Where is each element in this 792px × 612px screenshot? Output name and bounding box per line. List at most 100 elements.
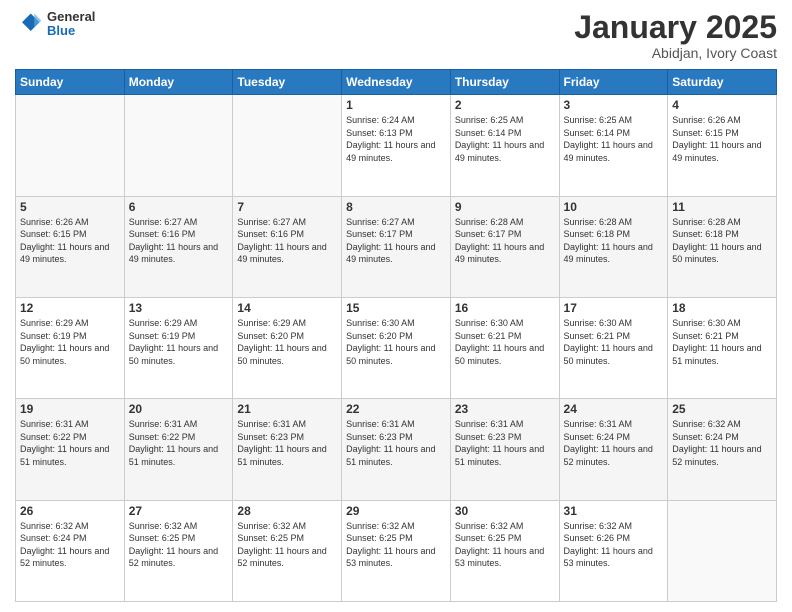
calendar-cell: 26Sunrise: 6:32 AMSunset: 6:24 PMDayligh…	[16, 500, 125, 601]
calendar-cell: 23 Sunrise: 6:31 AMSunset: 6:23 PMDayligh…	[450, 399, 559, 500]
day-number: 6	[129, 200, 229, 214]
page: General Blue January 2025 Abidjan, Ivory…	[0, 0, 792, 612]
day-number: 1	[346, 98, 446, 112]
calendar-cell: 29Sunrise: 6:32 AMSunset: 6:25 PMDayligh…	[342, 500, 451, 601]
day-number: 21	[237, 402, 337, 416]
day-number: 14	[237, 301, 337, 315]
day-info: Sunrise: 6:27 AMSunset: 6:17 PMDaylight:…	[346, 216, 446, 266]
day-number: 27	[129, 504, 229, 518]
location: Abidjan, Ivory Coast	[574, 45, 777, 61]
day-number: 20	[129, 402, 229, 416]
day-info: Sunrise: 6:28 AMSunset: 6:18 PMDaylight:…	[564, 216, 664, 266]
calendar-cell: 3 Sunrise: 6:25 AMSunset: 6:14 PMDaylight…	[559, 95, 668, 196]
day-number: 15	[346, 301, 446, 315]
calendar-cell: 1 Sunrise: 6:24 AMSunset: 6:13 PMDaylight…	[342, 95, 451, 196]
day-number: 4	[672, 98, 772, 112]
header: General Blue January 2025 Abidjan, Ivory…	[15, 10, 777, 61]
calendar-header-monday: Monday	[124, 70, 233, 95]
day-number: 26	[20, 504, 120, 518]
day-info: Sunrise: 6:30 AMSunset: 6:21 PMDaylight:…	[455, 317, 555, 367]
calendar-cell: 18Sunrise: 6:30 AMSunset: 6:21 PMDayligh…	[668, 297, 777, 398]
calendar-table: SundayMondayTuesdayWednesdayThursdayFrid…	[15, 69, 777, 602]
day-info: Sunrise: 6:31 AMSunset: 6:22 PMDaylight:…	[129, 418, 229, 468]
calendar-cell: 25 Sunrise: 6:32 AMSunset: 6:24 PMDayligh…	[668, 399, 777, 500]
calendar-cell: 14 Sunrise: 6:29 AMSunset: 6:20 PMDayligh…	[233, 297, 342, 398]
day-info: Sunrise: 6:27 AMSunset: 6:16 PMDaylight:…	[237, 216, 337, 266]
calendar-cell: 28 Sunrise: 6:32 AMSunset: 6:25 PMDayligh…	[233, 500, 342, 601]
logo-icon	[15, 10, 43, 38]
calendar-cell: 7Sunrise: 6:27 AMSunset: 6:16 PMDaylight…	[233, 196, 342, 297]
calendar-cell: 20 Sunrise: 6:31 AMSunset: 6:22 PMDayligh…	[124, 399, 233, 500]
calendar-header-tuesday: Tuesday	[233, 70, 342, 95]
day-number: 13	[129, 301, 229, 315]
day-info: Sunrise: 6:28 AMSunset: 6:17 PMDaylight:…	[455, 216, 555, 266]
calendar-cell: 19Sunrise: 6:31 AMSunset: 6:22 PMDayligh…	[16, 399, 125, 500]
day-info: Sunrise: 6:31 AMSunset: 6:23 PMDaylight:…	[455, 418, 555, 468]
calendar-cell: 2 Sunrise: 6:25 AMSunset: 6:14 PMDaylight…	[450, 95, 559, 196]
calendar-cell	[124, 95, 233, 196]
day-number: 24	[564, 402, 664, 416]
day-info: Sunrise: 6:32 AMSunset: 6:24 PMDaylight:…	[672, 418, 772, 468]
calendar-cell: 22 Sunrise: 6:31 AMSunset: 6:23 PMDayligh…	[342, 399, 451, 500]
month-title: January 2025	[574, 10, 777, 45]
day-number: 30	[455, 504, 555, 518]
day-number: 19	[20, 402, 120, 416]
day-info: Sunrise: 6:25 AMSunset: 6:14 PMDaylight:…	[564, 114, 664, 164]
calendar-header-friday: Friday	[559, 70, 668, 95]
calendar-header-sunday: Sunday	[16, 70, 125, 95]
day-info: Sunrise: 6:32 AMSunset: 6:25 PMDaylight:…	[237, 520, 337, 570]
calendar-cell: 12Sunrise: 6:29 AMSunset: 6:19 PMDayligh…	[16, 297, 125, 398]
calendar-header-row: SundayMondayTuesdayWednesdayThursdayFrid…	[16, 70, 777, 95]
calendar-cell: 13Sunrise: 6:29 AMSunset: 6:19 PMDayligh…	[124, 297, 233, 398]
day-number: 16	[455, 301, 555, 315]
day-number: 9	[455, 200, 555, 214]
calendar-cell: 27Sunrise: 6:32 AMSunset: 6:25 PMDayligh…	[124, 500, 233, 601]
calendar-cell: 4 Sunrise: 6:26 AMSunset: 6:15 PMDaylight…	[668, 95, 777, 196]
day-info: Sunrise: 6:29 AMSunset: 6:20 PMDaylight:…	[237, 317, 337, 367]
day-info: Sunrise: 6:31 AMSunset: 6:23 PMDaylight:…	[346, 418, 446, 468]
day-info: Sunrise: 6:31 AMSunset: 6:23 PMDaylight:…	[237, 418, 337, 468]
day-info: Sunrise: 6:30 AMSunset: 6:20 PMDaylight:…	[346, 317, 446, 367]
day-info: Sunrise: 6:24 AMSunset: 6:13 PMDaylight:…	[346, 114, 446, 164]
day-info: Sunrise: 6:31 AMSunset: 6:24 PMDaylight:…	[564, 418, 664, 468]
day-number: 3	[564, 98, 664, 112]
calendar-cell: 31 Sunrise: 6:32 AMSunset: 6:26 PMDayligh…	[559, 500, 668, 601]
calendar-cell: 30 Sunrise: 6:32 AMSunset: 6:25 PMDayligh…	[450, 500, 559, 601]
calendar-week-2: 5Sunrise: 6:26 AMSunset: 6:15 PMDaylight…	[16, 196, 777, 297]
day-number: 17	[564, 301, 664, 315]
day-info: Sunrise: 6:26 AMSunset: 6:15 PMDaylight:…	[20, 216, 120, 266]
calendar-cell	[16, 95, 125, 196]
day-info: Sunrise: 6:30 AMSunset: 6:21 PMDaylight:…	[564, 317, 664, 367]
day-info: Sunrise: 6:32 AMSunset: 6:26 PMDaylight:…	[564, 520, 664, 570]
calendar-cell: 17 Sunrise: 6:30 AMSunset: 6:21 PMDayligh…	[559, 297, 668, 398]
day-info: Sunrise: 6:25 AMSunset: 6:14 PMDaylight:…	[455, 114, 555, 164]
calendar-cell: 21 Sunrise: 6:31 AMSunset: 6:23 PMDayligh…	[233, 399, 342, 500]
day-info: Sunrise: 6:26 AMSunset: 6:15 PMDaylight:…	[672, 114, 772, 164]
calendar-cell: 11 Sunrise: 6:28 AMSunset: 6:18 PMDayligh…	[668, 196, 777, 297]
day-number: 28	[237, 504, 337, 518]
calendar-header-thursday: Thursday	[450, 70, 559, 95]
calendar-cell: 5Sunrise: 6:26 AMSunset: 6:15 PMDaylight…	[16, 196, 125, 297]
day-info: Sunrise: 6:32 AMSunset: 6:25 PMDaylight:…	[455, 520, 555, 570]
calendar-cell: 8Sunrise: 6:27 AMSunset: 6:17 PMDaylight…	[342, 196, 451, 297]
day-number: 2	[455, 98, 555, 112]
calendar-cell	[233, 95, 342, 196]
calendar-week-1: 1 Sunrise: 6:24 AMSunset: 6:13 PMDaylight…	[16, 95, 777, 196]
calendar-week-3: 12Sunrise: 6:29 AMSunset: 6:19 PMDayligh…	[16, 297, 777, 398]
day-number: 11	[672, 200, 772, 214]
calendar-header-wednesday: Wednesday	[342, 70, 451, 95]
calendar-week-4: 19 Sunrise: 6:31 AMSunset: 6:22 PMDayligh…	[16, 399, 777, 500]
calendar-cell: 16 Sunrise: 6:30 AMSunset: 6:21 PMDayligh…	[450, 297, 559, 398]
day-number: 25	[672, 402, 772, 416]
calendar-cell: 24 Sunrise: 6:31 AMSunset: 6:24 PMDayligh…	[559, 399, 668, 500]
day-number: 18	[672, 301, 772, 315]
calendar-header-saturday: Saturday	[668, 70, 777, 95]
day-number: 23	[455, 402, 555, 416]
day-number: 29	[346, 504, 446, 518]
day-number: 31	[564, 504, 664, 518]
day-number: 22	[346, 402, 446, 416]
calendar-cell: 9 Sunrise: 6:28 AMSunset: 6:17 PMDaylight…	[450, 196, 559, 297]
day-info: Sunrise: 6:28 AMSunset: 6:18 PMDaylight:…	[672, 216, 772, 266]
calendar-cell: 6Sunrise: 6:27 AMSunset: 6:16 PMDaylight…	[124, 196, 233, 297]
day-info: Sunrise: 6:29 AMSunset: 6:19 PMDaylight:…	[20, 317, 120, 367]
